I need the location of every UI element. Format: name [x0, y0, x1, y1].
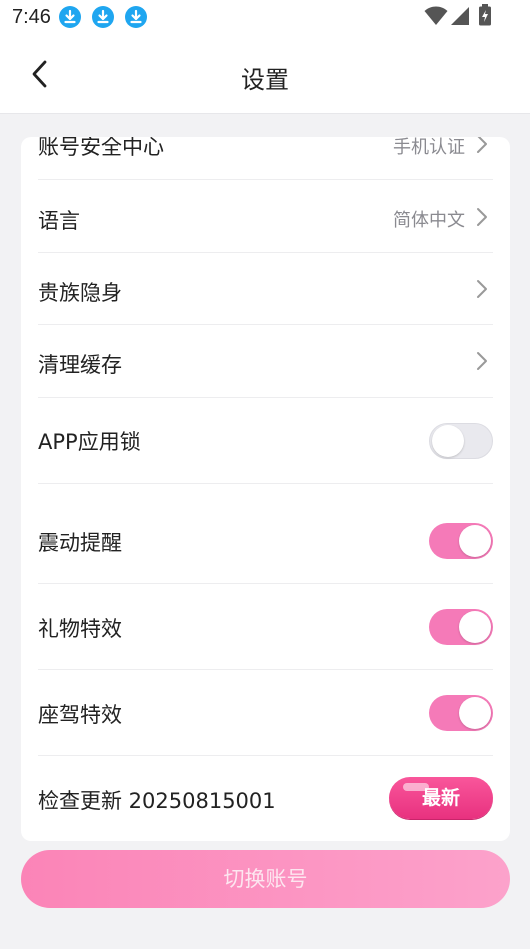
settings-row-vibration: 震动提醒 [38, 484, 493, 584]
chevron-right-icon [477, 352, 487, 370]
page-title: 设置 [241, 66, 289, 94]
row-label: 账号安全中心 [38, 137, 164, 159]
row-label: 语言 [38, 209, 80, 233]
download-icon [92, 6, 114, 28]
header: 设置 [0, 36, 530, 114]
settings-row-account-security[interactable]: 账号安全中心 手机认证 [38, 137, 493, 180]
toggle-knob [459, 525, 491, 557]
toggle-knob [459, 697, 491, 729]
settings-card: 账号安全中心 手机认证 语言 简体中文 贵族隐身 清理缓存 APP应用锁 震动提… [21, 137, 510, 841]
vibration-toggle[interactable] [429, 523, 493, 559]
row-label: 贵族隐身 [38, 281, 122, 305]
download-icon [59, 6, 81, 28]
download-icon [125, 6, 147, 28]
status-bar: 7:46 [0, 0, 530, 36]
chevron-right-icon [477, 280, 487, 298]
toggle-knob [432, 425, 464, 457]
settings-row-clear-cache[interactable]: 清理缓存 [38, 325, 493, 398]
row-label: APP应用锁 [38, 430, 141, 454]
mount-effects-toggle[interactable] [429, 695, 493, 731]
switch-account-button[interactable]: 切换账号 [21, 850, 510, 908]
wifi-icon [424, 6, 448, 25]
battery-charging-icon [479, 4, 491, 26]
gift-effects-toggle[interactable] [429, 609, 493, 645]
row-label: 座驾特效 [38, 703, 122, 727]
settings-row-gift-effects: 礼物特效 [38, 584, 493, 670]
row-value: 简体中文 [393, 210, 465, 231]
settings-row-app-lock: APP应用锁 [38, 398, 493, 484]
signal-icon [451, 7, 469, 25]
row-label: 检查更新 20250815001 [38, 789, 276, 813]
app-lock-toggle[interactable] [429, 423, 493, 459]
status-time: 7:46 [12, 6, 51, 28]
row-label: 礼物特效 [38, 617, 122, 641]
row-value: 手机认证 [393, 137, 465, 158]
toggle-knob [459, 611, 491, 643]
settings-row-mount-effects: 座驾特效 [38, 670, 493, 756]
row-label: 震动提醒 [38, 531, 122, 555]
settings-row-check-update[interactable]: 检查更新 20250815001 最新 [38, 756, 493, 841]
row-label: 清理缓存 [38, 353, 122, 377]
chevron-right-icon [477, 208, 487, 226]
latest-version-badge: 最新 [389, 777, 493, 819]
chevron-right-icon [477, 137, 487, 153]
settings-row-language[interactable]: 语言 简体中文 [38, 180, 493, 253]
settings-row-noble-invisible[interactable]: 贵族隐身 [38, 253, 493, 325]
